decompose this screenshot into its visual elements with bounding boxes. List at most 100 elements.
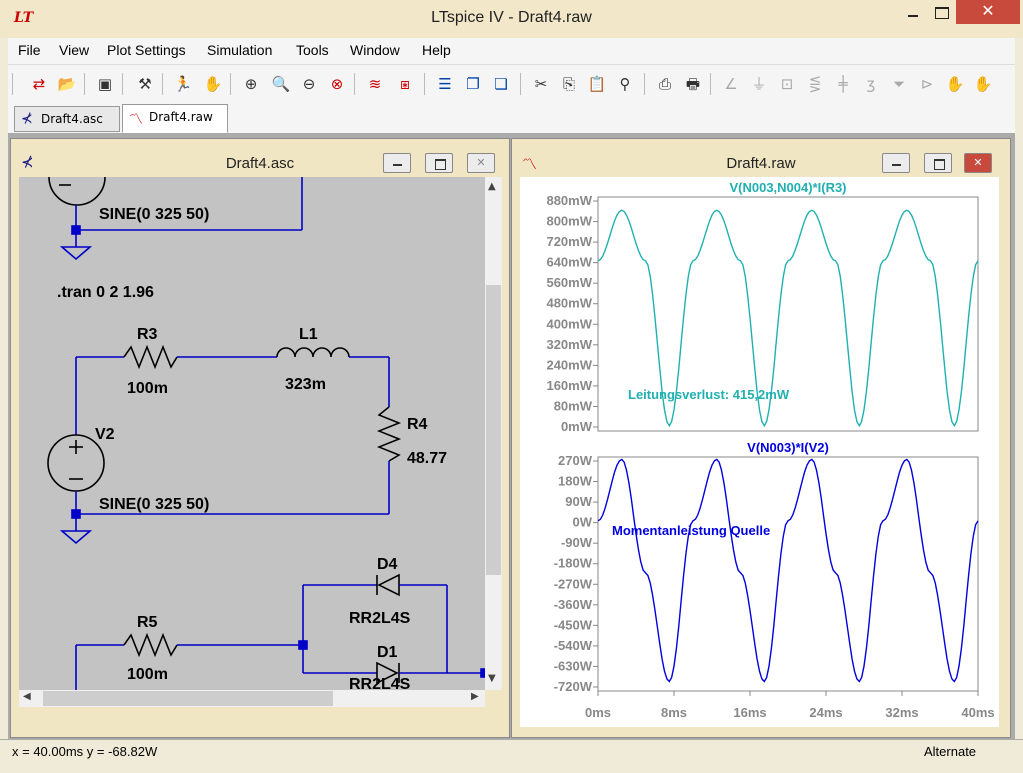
plot-maximize-button[interactable] xyxy=(924,153,952,173)
mdi-workspace: Draft4.asc ⊀ ✕ SINE(0 325 50) .tran 0 2 … xyxy=(8,134,1015,739)
toolbar-separator xyxy=(84,73,85,95)
resistor-icon[interactable]: ⋚ xyxy=(804,73,826,95)
tran-directive[interactable]: .tran 0 2 1.96 xyxy=(57,284,154,301)
document-tabs: ⊀ Draft4.asc 〽 Draft4.raw xyxy=(8,102,1015,134)
plot-window[interactable]: Draft4.raw 〽 ✕ V(N003,N004)*I(R3) 880mW 8… xyxy=(511,138,1011,738)
open-icon[interactable]: 📂 xyxy=(56,73,78,95)
menu-help[interactable]: Help xyxy=(422,42,451,58)
annotation-bottom[interactable]: Momentanleistung Quelle xyxy=(612,523,770,538)
r4-name-label[interactable]: R4 xyxy=(407,416,428,433)
diode-icon[interactable]: ⏷ xyxy=(888,73,910,95)
d4-name-label[interactable]: D4 xyxy=(377,556,398,573)
minimize-button[interactable] xyxy=(898,0,928,22)
tab-label: Draft4.raw xyxy=(149,110,213,124)
menu-bar: File View Plot Settings Simulation Tools… xyxy=(8,38,1015,64)
schematic-vertical-scrollbar[interactable]: ▲ ▼ xyxy=(485,177,502,690)
annotation-top[interactable]: Leitungsverlust: 415,2mW xyxy=(628,387,790,402)
v1-value-label[interactable]: SINE(0 325 50) xyxy=(99,206,209,223)
r4-value-label[interactable]: 48.77 xyxy=(407,450,447,467)
y-tick-top-label: 480mW xyxy=(546,296,592,311)
maximize-button[interactable] xyxy=(926,0,956,22)
v2-name-label[interactable]: V2 xyxy=(95,426,115,443)
menu-file[interactable]: File xyxy=(18,42,41,58)
save-icon[interactable]: ▣ xyxy=(94,73,116,95)
print-setup-icon[interactable]: ⎙ xyxy=(654,73,676,95)
r5-name-label[interactable]: R5 xyxy=(137,614,158,631)
autorange-icon[interactable]: ≋ xyxy=(364,73,386,95)
inductor-icon[interactable]: ʒ xyxy=(860,73,882,95)
trace-title-top[interactable]: V(N003,N004)*I(R3) xyxy=(729,180,846,195)
pick-visible-icon[interactable]: ⧆ xyxy=(394,73,416,95)
x-tick-label: 40ms xyxy=(961,705,994,720)
pan-hand-icon[interactable]: ✋ xyxy=(202,73,224,95)
menu-tools[interactable]: Tools xyxy=(296,42,329,58)
zoom-box-icon[interactable]: 🔍 xyxy=(270,73,292,95)
y-tick-top-label: 560mW xyxy=(546,275,592,290)
tile-vertical-icon[interactable]: ❏ xyxy=(490,73,512,95)
zoom-fit-icon[interactable]: ⊗ xyxy=(326,73,348,95)
control-panel-icon[interactable]: ⚒ xyxy=(134,73,156,95)
r4-resistor-symbol xyxy=(376,406,402,462)
rotate-hand-icon[interactable]: ✋ xyxy=(944,73,966,95)
l1-value-label[interactable]: 323m xyxy=(285,376,326,393)
r5-value-label[interactable]: 100m xyxy=(127,666,168,683)
y-tick-top-label: 880mW xyxy=(546,193,592,208)
d1-name-label[interactable]: D1 xyxy=(377,644,398,661)
scroll-thumb[interactable] xyxy=(43,691,333,706)
cut-icon[interactable]: ✂ xyxy=(530,73,552,95)
ground-icon[interactable]: ⏚ xyxy=(748,73,770,95)
y-tick-bottom-label: -450W xyxy=(554,617,593,632)
wire-icon[interactable]: ∠ xyxy=(720,73,742,95)
run-icon[interactable]: 🏃 xyxy=(172,73,194,95)
r3-value-label[interactable]: 100m xyxy=(127,380,168,397)
scroll-up-icon[interactable]: ▲ xyxy=(488,181,496,192)
tab-draft4-raw[interactable]: 〽 Draft4.raw xyxy=(122,104,228,133)
print-icon[interactable]: 🖶 xyxy=(682,73,704,95)
trace-title-bottom[interactable]: V(N003)*I(V2) xyxy=(747,440,829,455)
plot-pane-top[interactable]: V(N003,N004)*I(R3) 880mW 800mW 720mW 640mW 5… xyxy=(546,180,979,434)
waveform-plot-canvas[interactable]: V(N003,N004)*I(R3) 880mW 800mW 720mW 640mW 5… xyxy=(520,177,999,727)
close-button[interactable]: ✕ xyxy=(956,0,1020,24)
y-tick-bottom-label: -540W xyxy=(554,638,593,653)
y-tick-bottom-label: 0W xyxy=(573,515,593,530)
d4-model-label[interactable]: RR2L4S xyxy=(349,610,411,627)
plot-minimize-button[interactable] xyxy=(882,153,910,173)
zoom-in-icon[interactable]: ⊕ xyxy=(240,73,262,95)
schematic-window[interactable]: Draft4.asc ⊀ ✕ SINE(0 325 50) .tran 0 2 … xyxy=(10,138,510,738)
scroll-right-icon[interactable]: ▶ xyxy=(471,691,479,702)
zoom-out-icon[interactable]: ⊖ xyxy=(298,73,320,95)
schematic-horizontal-scrollbar[interactable]: ◀ ▶ xyxy=(19,690,485,707)
copy-icon[interactable]: ⎘ xyxy=(558,73,580,95)
v2-value-label[interactable]: SINE(0 325 50) xyxy=(99,496,209,513)
tile-horizontal-icon[interactable]: ☰ xyxy=(434,73,456,95)
l1-name-label[interactable]: L1 xyxy=(299,326,318,343)
component-icon[interactable]: ⊳ xyxy=(916,73,938,95)
plot-pane-bottom[interactable]: V(N003)*I(V2) 270W 180W 90W 0W -90W -180W -270… xyxy=(554,440,979,694)
scroll-thumb[interactable] xyxy=(486,285,501,575)
new-schematic-icon[interactable]: ⇄ xyxy=(28,73,50,95)
r3-name-label[interactable]: R3 xyxy=(137,326,158,343)
cascade-icon[interactable]: ❐ xyxy=(462,73,484,95)
trace-line-bottom[interactable] xyxy=(597,458,979,683)
schematic-minimize-button[interactable] xyxy=(383,153,411,173)
plot-close-button[interactable]: ✕ xyxy=(964,153,992,173)
paste-icon[interactable]: 📋 xyxy=(586,73,608,95)
menu-view[interactable]: View xyxy=(59,42,89,58)
schematic-close-button[interactable]: ✕ xyxy=(467,153,495,173)
menu-window[interactable]: Window xyxy=(350,42,400,58)
waveform-plot[interactable]: V(N003,N004)*I(R3) 880mW 800mW 720mW 640mW 5… xyxy=(520,177,999,727)
toolbar-separator xyxy=(710,73,711,95)
label-icon[interactable]: ⊡ xyxy=(776,73,798,95)
find-icon[interactable]: ⚲ xyxy=(614,73,636,95)
menu-simulation[interactable]: Simulation xyxy=(207,42,272,58)
schematic-canvas[interactable]: SINE(0 325 50) .tran 0 2 1.96 R3 100m L1… xyxy=(19,177,485,690)
schematic-maximize-button[interactable] xyxy=(425,153,453,173)
scroll-down-icon[interactable]: ▼ xyxy=(488,673,496,684)
tab-draft4-asc[interactable]: ⊀ Draft4.asc xyxy=(14,106,120,132)
menu-plot-settings[interactable]: Plot Settings xyxy=(107,42,186,58)
d1-model-label[interactable]: RR2L4S xyxy=(349,676,411,690)
toolbar-separator xyxy=(12,73,13,95)
scroll-left-icon[interactable]: ◀ xyxy=(23,691,31,702)
capacitor-icon[interactable]: ╪ xyxy=(832,73,854,95)
mirror-hand-icon[interactable]: ✋ xyxy=(972,73,994,95)
